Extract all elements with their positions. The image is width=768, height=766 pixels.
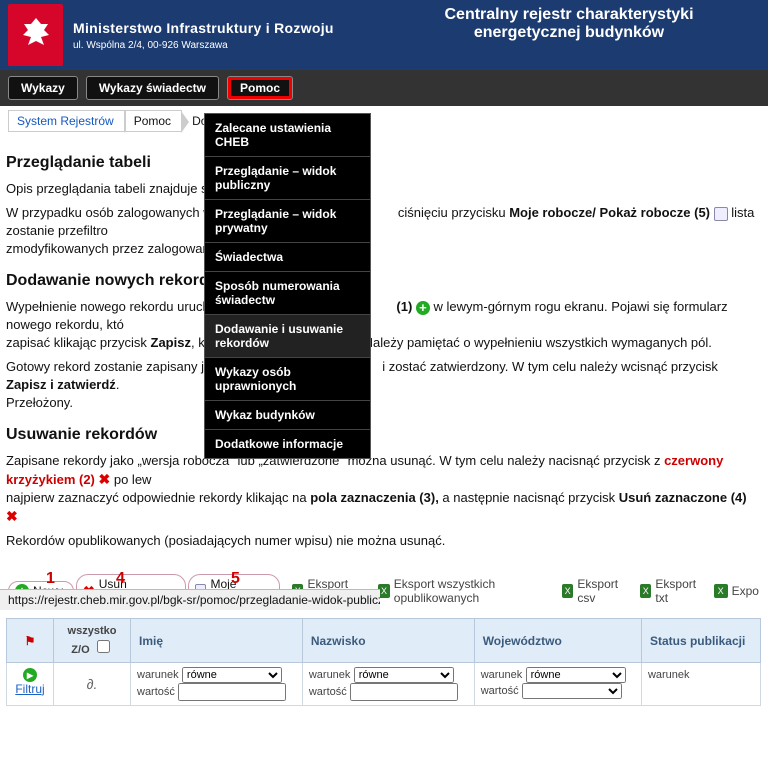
xls-icon-5: X [714,584,728,598]
btn-export-csv[interactable]: X Eksport csv [562,577,628,605]
dd-przegladanie-prywatny[interactable]: Przeglądanie – widok prywatny [205,200,370,243]
emblem-eagle [8,4,63,66]
col-wszystko: wszystko Z/O [54,619,131,663]
xls-icon-3: X [562,584,573,598]
dd-przegladanie-publiczny[interactable]: Przeglądanie – widok publiczny [205,157,370,200]
para-1: Opis przeglądania tabeli znajduje się [6,180,761,198]
red-x-icon: ✖ [99,471,111,487]
dd-swiadectwa[interactable]: Świadectwa [205,243,370,272]
col-flag: ⚑ [7,619,54,663]
breadcrumb: System Rejestrów Pomoc Dodawa [0,106,768,136]
callout-4: 4 [116,570,125,588]
breadcrumb-root[interactable]: System Rejestrów [8,110,125,132]
edit-icon[interactable]: ∂. [87,676,98,692]
dd-dodatkowe[interactable]: Dodatkowe informacje [205,430,370,458]
dd-wykazy-osob[interactable]: Wykazy osób uprawnionych [205,358,370,401]
callout-5: 5 [231,570,240,588]
heading-usuwanie: Usuwanie rekordów [6,426,761,444]
dd-wykaz-budynkow[interactable]: Wykaz budynków [205,401,370,430]
green-arrow-icon[interactable]: ▸ [23,668,37,682]
callout-1: 1 [46,570,55,588]
red-x-icon-2: ✖ [6,508,18,524]
para-5: Zapisane rekordy jako „wersja robocza" l… [6,452,761,526]
banner-title: Centralny rejestr charakterystyki energe… [390,6,748,42]
menu-wykazy-swiadectw[interactable]: Wykazy świadectw [86,76,219,100]
para-2: W przypadku osób zalogowanych wys ciśnię… [6,204,761,258]
header-banner: Ministerstwo Infrastruktury i Rozwoju ul… [0,0,768,70]
ministry-block: Ministerstwo Infrastruktury i Rozwoju ul… [73,20,334,51]
btn-export-all[interactable]: X Eksport wszystkich opublikowanych [378,577,550,605]
heading-dodawanie: Dodawanie nowych rekordów [6,272,761,290]
dd-zalecane[interactable]: Zalecane ustawienia CHEB [205,114,370,157]
xls-icon-2: X [378,584,390,598]
col-imie[interactable]: Imię [131,619,303,663]
select-nazwisko-warunek[interactable]: równe [354,667,454,683]
dd-dodawanie-usuwanie[interactable]: Dodawanie i usuwanie rekordów [205,315,370,358]
data-grid: ⚑ wszystko Z/O Imię Nazwisko Województwo… [6,618,761,706]
col-nazwisko[interactable]: Nazwisko [302,619,474,663]
btn-export-txt[interactable]: X Eksport txt [640,577,702,605]
input-imie-wartosc[interactable] [178,683,286,701]
menu-wykazy[interactable]: Wykazy [8,76,78,100]
main-content: Przeglądanie tabeli Opis przeglądania ta… [0,136,768,766]
btn-export-last[interactable]: X Expo [714,584,759,598]
select-woj-wartosc[interactable] [522,683,622,699]
expand-icon [714,207,728,221]
filtruj-link[interactable]: Filtruj [15,682,44,696]
select-imie-warunek[interactable]: równe [182,667,282,683]
col-status[interactable]: Status publikacji [641,619,760,663]
xls-icon-4: X [640,584,651,598]
checkbox-zo[interactable] [97,640,110,653]
ministry-address: ul. Wspólna 2/4, 00-926 Warszawa [73,40,334,51]
browser-status-bar: https://rejestr.cheb.mir.gov.pl/bgk-sr/p… [0,589,380,610]
input-nazwisko-wartosc[interactable] [350,683,458,701]
breadcrumb-pomoc[interactable]: Pomoc [125,110,182,132]
para-4: Gotowy rekord zostanie zapisany jako i z… [6,358,761,412]
pomoc-dropdown: Zalecane ustawienia CHEB Przeglądanie – … [204,113,371,459]
ministry-title: Ministerstwo Infrastruktury i Rozwoju [73,20,334,36]
heading-przegladanie: Przeglądanie tabeli [6,154,761,172]
green-plus-icon: + [416,301,430,315]
flag-icon: ⚑ [25,634,36,648]
col-wojewodztwo[interactable]: Województwo [474,619,641,663]
dd-numerowanie[interactable]: Sposób numerowania świadectw [205,272,370,315]
para-6: Rekordów opublikowanych (posiadających n… [6,532,761,550]
menu-pomoc[interactable]: Pomoc [227,76,293,100]
top-menu-bar: Wykazy Wykazy świadectw Pomoc [0,70,768,106]
para-3: Wypełnienie nowego rekordu uruchan (1) +… [6,298,761,352]
filter-row: ▸ Filtruj ∂. warunek równe wartość warun… [7,663,761,706]
select-woj-warunek[interactable]: równe [526,667,626,683]
